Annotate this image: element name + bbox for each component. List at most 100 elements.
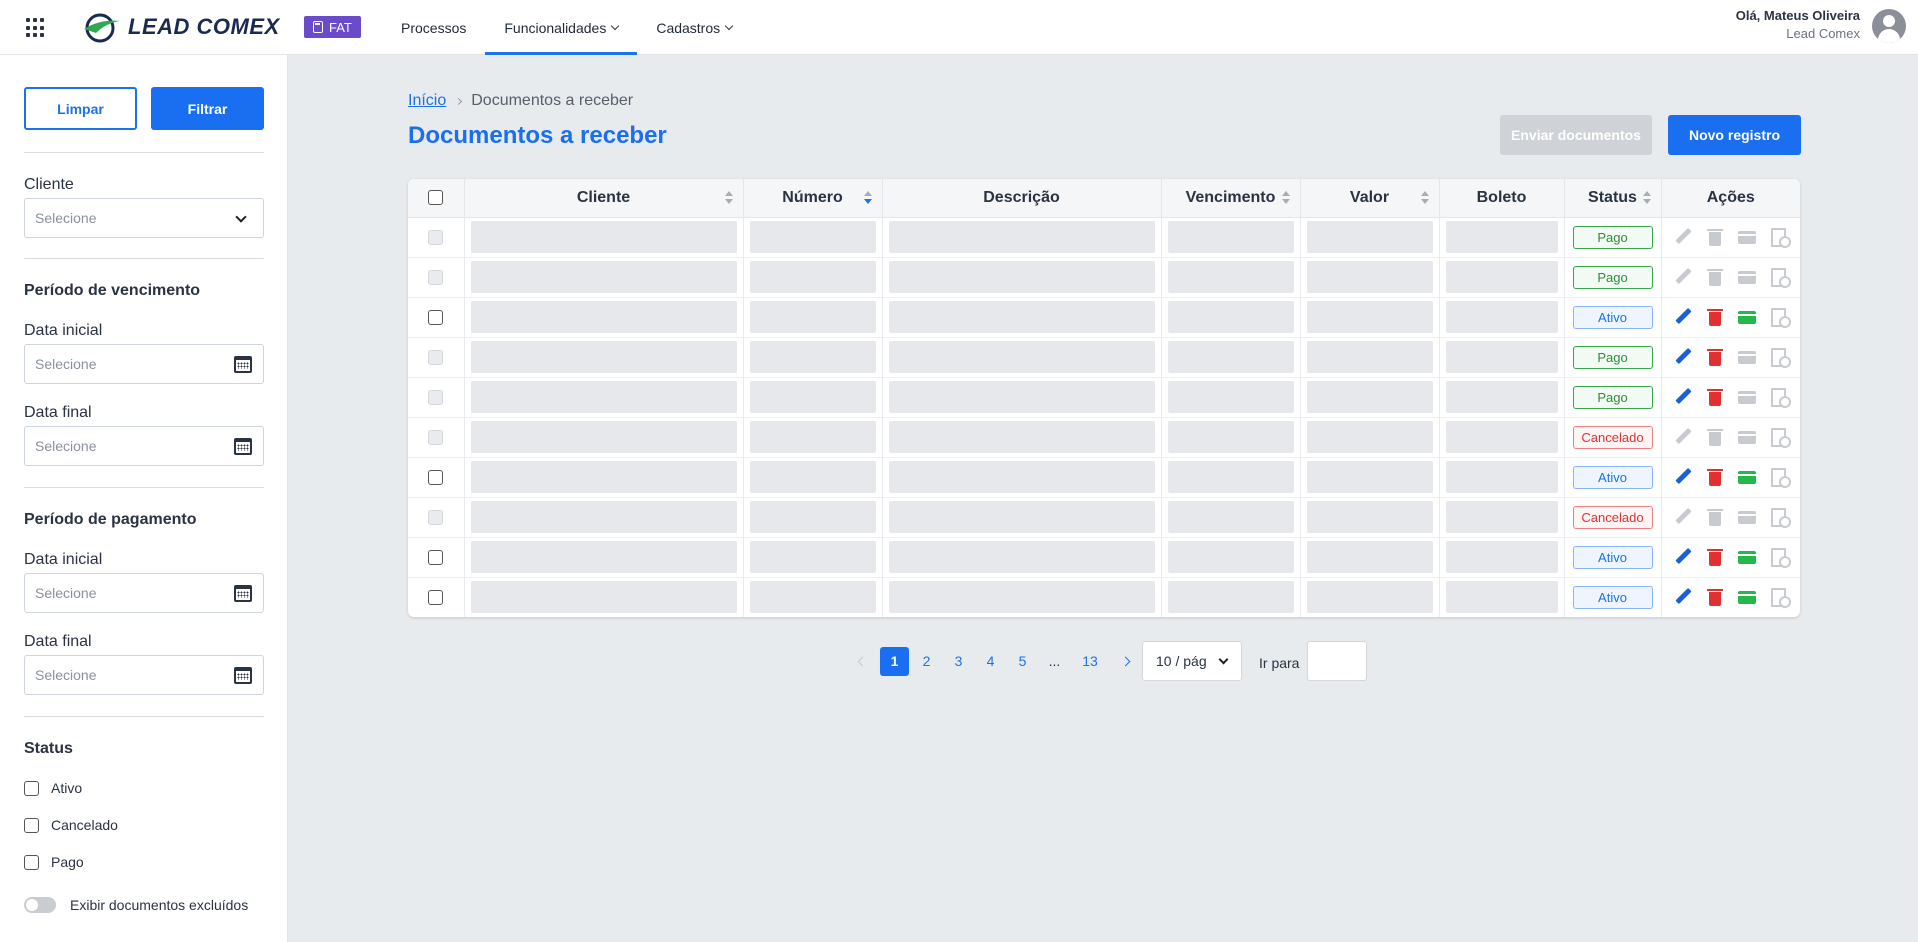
- calendar-icon[interactable]: [234, 667, 252, 684]
- filter-sidebar: Limpar Filtrar Cliente Selecione Período…: [0, 55, 288, 942]
- document-search-icon: [1770, 228, 1791, 248]
- loading-placeholder: [470, 541, 737, 573]
- table-row[interactable]: Pago: [408, 377, 1800, 418]
- edit-pencil-icon[interactable]: [1674, 388, 1692, 406]
- row-checkbox[interactable]: [428, 469, 444, 485]
- filter-button[interactable]: Filtrar: [151, 87, 264, 130]
- cell-descricao: [882, 457, 1162, 498]
- status-checkbox-ativo[interactable]: Ativo: [24, 780, 82, 796]
- sort-icon[interactable]: [724, 191, 733, 205]
- document-search-icon: [1770, 388, 1791, 408]
- delete-trash-icon[interactable]: [1706, 588, 1724, 607]
- cell-numero: [743, 217, 883, 258]
- delete-trash-icon[interactable]: [1706, 468, 1724, 486]
- page-size-select[interactable]: 10 / pág: [1142, 641, 1242, 681]
- breadcrumb-home-link[interactable]: Início: [408, 92, 446, 110]
- checkbox-label: Ativo: [51, 780, 83, 796]
- payment-card-icon[interactable]: [1737, 468, 1756, 486]
- cell-vencimento: [1161, 577, 1301, 617]
- loading-placeholder: [749, 581, 876, 614]
- status-checkbox-cancelado[interactable]: Cancelado: [24, 817, 118, 833]
- show-deleted-toggle[interactable]: [24, 897, 56, 913]
- due-start-date-field[interactable]: Selecione: [24, 344, 264, 384]
- sort-icon[interactable]: [1281, 191, 1290, 205]
- due-end-date-field[interactable]: Selecione: [24, 426, 264, 466]
- column-header-status[interactable]: Status: [1564, 179, 1662, 218]
- table-row[interactable]: Ativo: [408, 297, 1800, 338]
- send-documents-button[interactable]: Enviar documentos: [1500, 115, 1652, 155]
- table-row[interactable]: Ativo: [408, 577, 1800, 617]
- apps-grid-icon[interactable]: [26, 18, 46, 38]
- user-avatar-icon[interactable]: [1872, 9, 1906, 43]
- nav-cadastros[interactable]: Cadastros: [637, 0, 751, 55]
- document-search-icon: [1770, 548, 1791, 568]
- column-header-vencimento[interactable]: Vencimento: [1161, 179, 1301, 218]
- chevron-down-icon: [1218, 654, 1229, 665]
- checkbox[interactable]: [24, 780, 39, 796]
- page-3-button[interactable]: 3: [944, 647, 973, 676]
- page-2-button[interactable]: 2: [912, 647, 941, 676]
- delete-trash-icon[interactable]: [1706, 548, 1724, 566]
- table-row[interactable]: Pago: [408, 217, 1800, 258]
- sort-icon[interactable]: [1642, 191, 1651, 205]
- delete-trash-icon[interactable]: [1706, 348, 1724, 366]
- page-1-button[interactable]: 1: [880, 646, 909, 676]
- goto-page-input[interactable]: [1307, 641, 1367, 681]
- payment-card-icon[interactable]: [1737, 588, 1756, 606]
- table-row[interactable]: Cancelado: [408, 497, 1800, 538]
- loading-placeholder: [749, 301, 876, 333]
- user-info[interactable]: Olá, Mateus Oliveira Lead Comex: [1736, 8, 1860, 41]
- table-row[interactable]: Ativo: [408, 537, 1800, 578]
- new-record-button[interactable]: Novo registro: [1668, 115, 1801, 155]
- pay-end-date-field[interactable]: Selecione: [24, 655, 264, 695]
- page-5-button[interactable]: 5: [1008, 647, 1037, 676]
- lead-comex-logo[interactable]: LEAD COMEX: [82, 11, 280, 43]
- edit-pencil-icon[interactable]: [1674, 588, 1692, 606]
- sort-icon[interactable]: [1420, 191, 1429, 205]
- edit-pencil-icon[interactable]: [1674, 468, 1692, 486]
- page-13-button[interactable]: 13: [1072, 647, 1108, 676]
- nav-processos[interactable]: Processos: [382, 0, 485, 55]
- select-all-checkbox[interactable]: [428, 190, 444, 206]
- loading-placeholder: [470, 381, 737, 413]
- document-search-icon: [1770, 348, 1791, 368]
- payment-card-icon[interactable]: [1737, 548, 1756, 566]
- table-row[interactable]: Ativo: [408, 457, 1800, 498]
- delete-trash-icon[interactable]: [1706, 388, 1724, 406]
- calendar-icon[interactable]: [234, 585, 252, 602]
- checkbox[interactable]: [24, 817, 39, 833]
- column-header-valor[interactable]: Valor: [1300, 179, 1440, 218]
- show-deleted-label: Exibir documentos excluídos: [70, 897, 249, 913]
- edit-pencil-icon[interactable]: [1674, 348, 1692, 366]
- calendar-icon[interactable]: [234, 438, 252, 455]
- delete-trash-icon[interactable]: [1706, 308, 1724, 326]
- nav-funcionalidades[interactable]: Funcionalidades: [485, 0, 638, 55]
- table-row[interactable]: Pago: [408, 337, 1800, 378]
- pagination-next-button[interactable]: [1111, 647, 1140, 676]
- column-header-cliente[interactable]: Cliente: [464, 179, 744, 218]
- row-checkbox[interactable]: [428, 589, 444, 605]
- delete-trash-icon: [1706, 428, 1724, 446]
- status-title: Status: [24, 740, 73, 757]
- module-badge[interactable]: FAT: [304, 16, 361, 38]
- calendar-icon[interactable]: [234, 356, 252, 373]
- edit-pencil-icon[interactable]: [1674, 548, 1692, 566]
- table-row[interactable]: Cancelado: [408, 417, 1800, 458]
- row-select-cell: [408, 377, 465, 418]
- row-checkbox[interactable]: [428, 549, 444, 565]
- sort-desc-icon[interactable]: [863, 191, 872, 205]
- status-checkbox-pago[interactable]: Pago: [24, 854, 84, 870]
- edit-pencil-icon[interactable]: [1674, 308, 1692, 326]
- client-select[interactable]: Selecione: [24, 198, 264, 238]
- loading-placeholder: [749, 501, 876, 533]
- page-4-button[interactable]: 4: [976, 647, 1005, 676]
- table-row[interactable]: Pago: [408, 257, 1800, 298]
- row-checkbox[interactable]: [428, 309, 444, 325]
- checkbox[interactable]: [24, 854, 39, 870]
- payment-card-icon[interactable]: [1737, 308, 1756, 326]
- column-header-numero[interactable]: Número: [743, 179, 883, 218]
- cell-valor: [1300, 337, 1440, 378]
- clear-button[interactable]: Limpar: [24, 87, 137, 130]
- pay-start-date-field[interactable]: Selecione: [24, 573, 264, 613]
- pagination-prev-button[interactable]: [848, 647, 877, 676]
